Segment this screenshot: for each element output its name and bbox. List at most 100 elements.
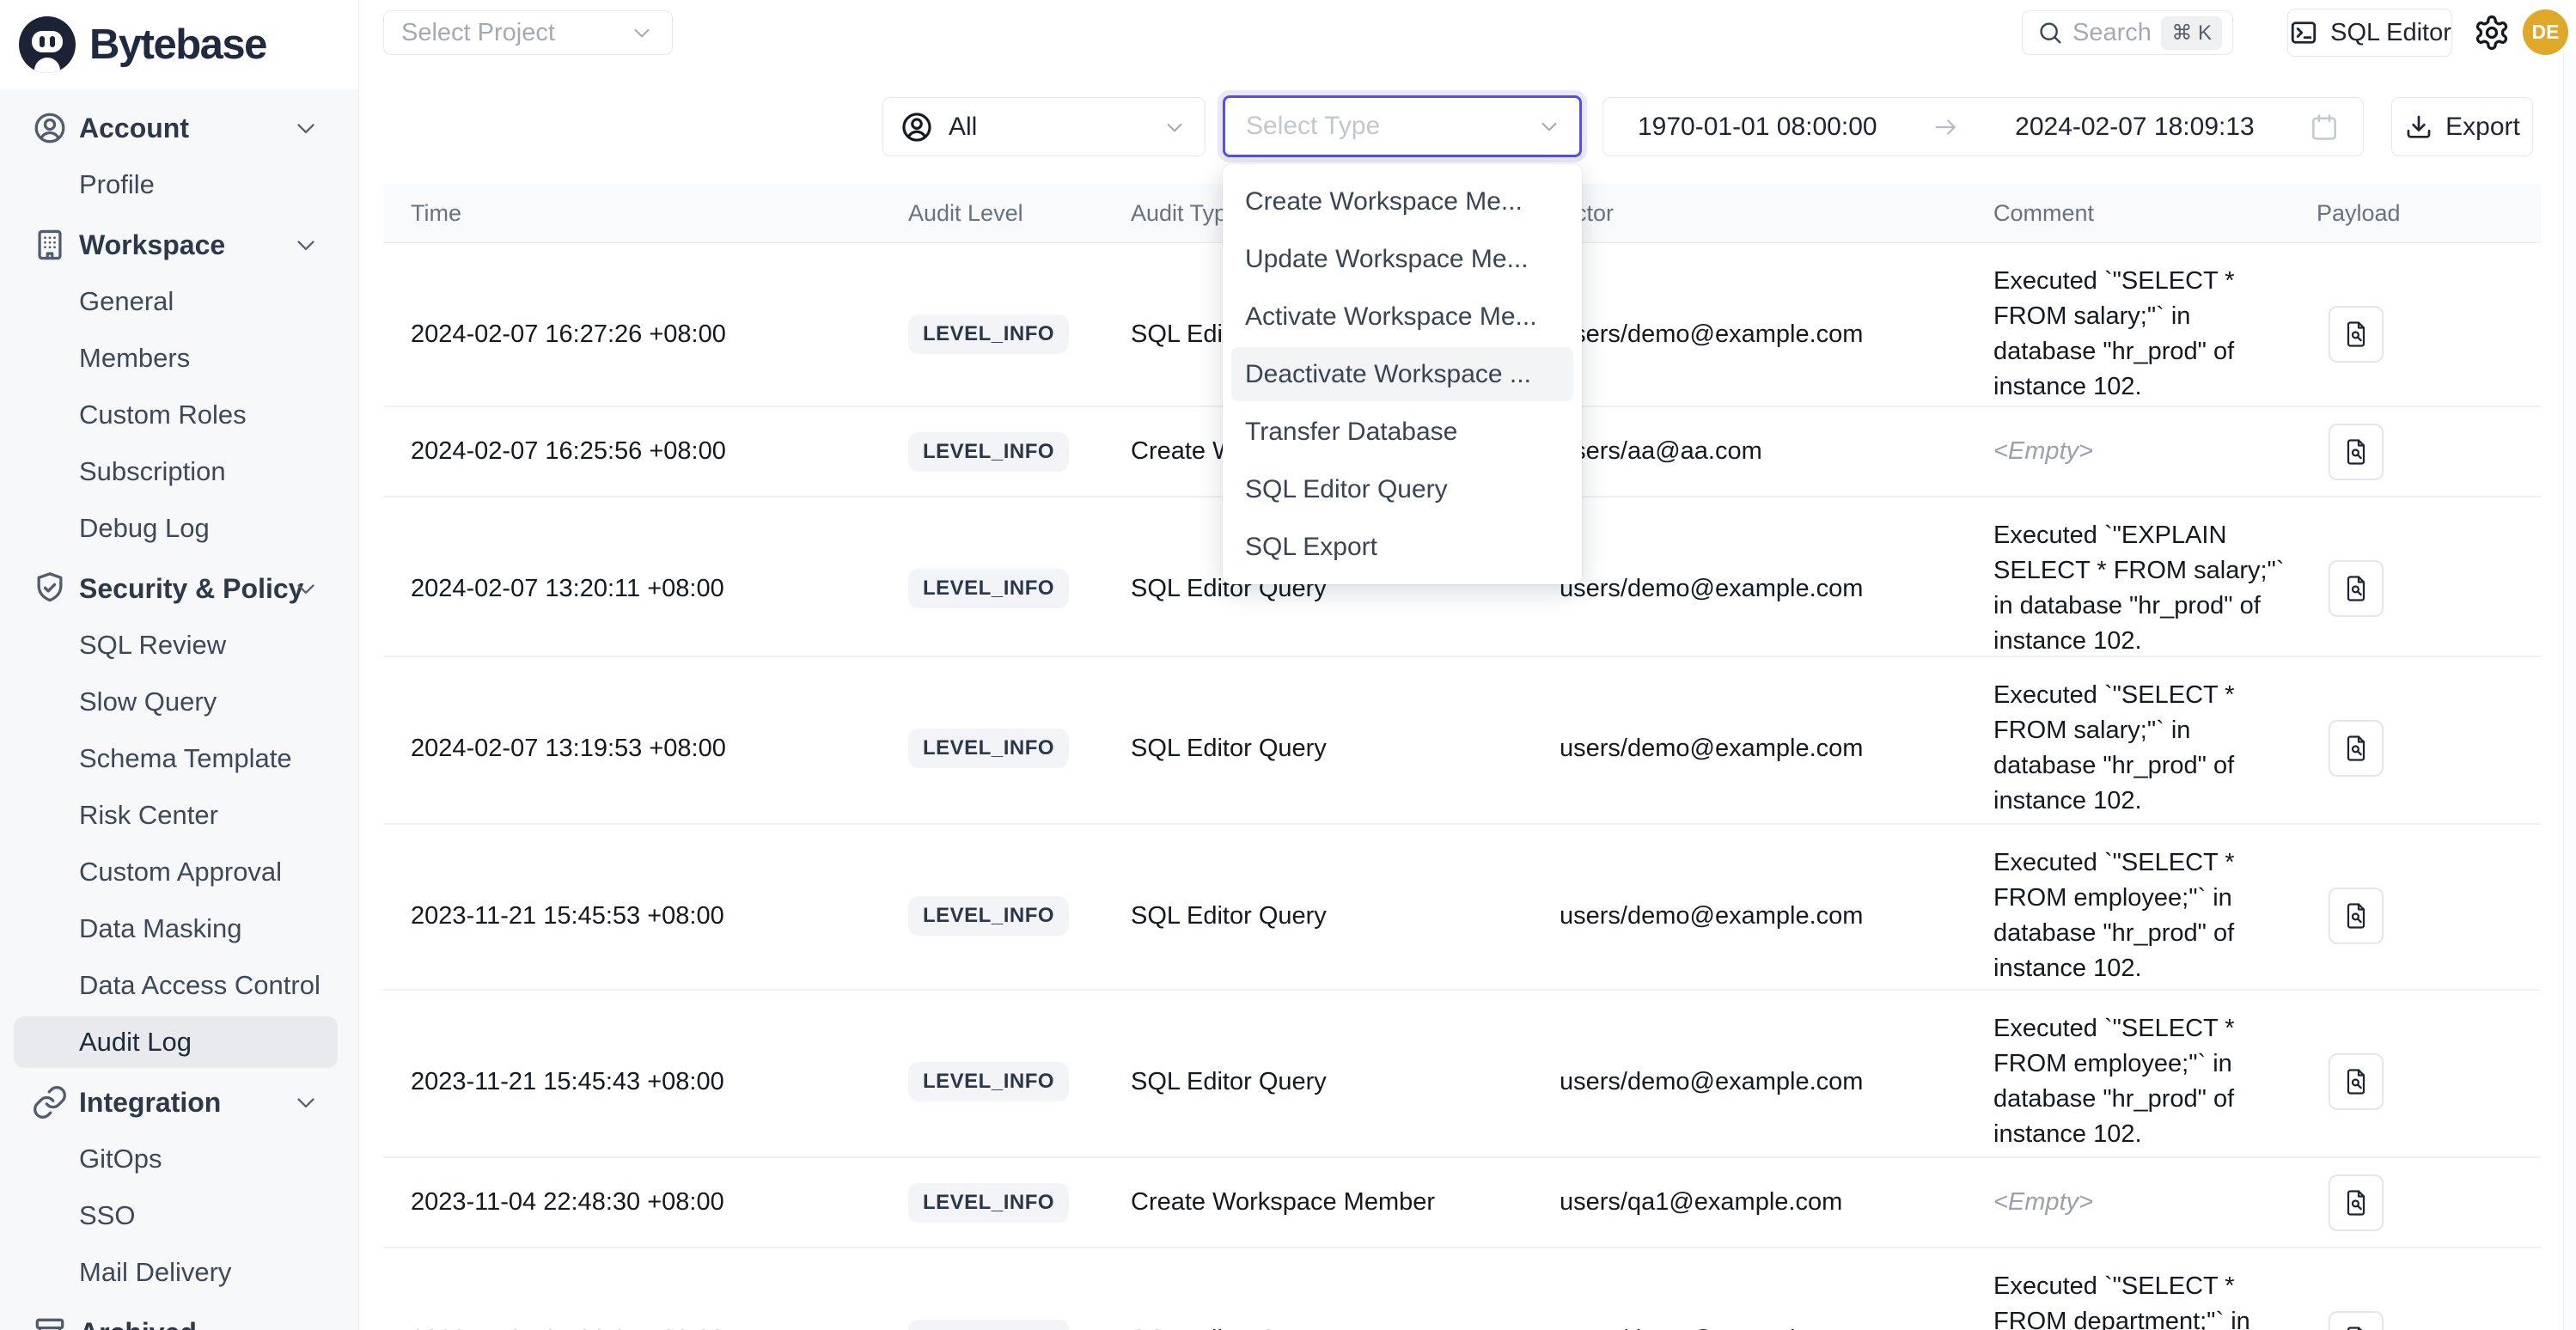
project-select[interactable]: Select Project (383, 10, 673, 55)
cell-payload (2317, 1053, 2541, 1110)
payload-view-button[interactable] (2329, 888, 2384, 944)
export-button[interactable]: Export (2391, 97, 2533, 156)
sidebar-item-members[interactable]: Members (0, 330, 358, 387)
table-row: 2023-11-21 15:45:43 +08:00LEVEL_INFOSQL … (383, 991, 2541, 1158)
sidebar-item-label: Risk Center (79, 800, 218, 831)
chevron-down-icon (291, 574, 320, 603)
scrollbar-track[interactable] (2563, 53, 2576, 1330)
calendar-icon (2308, 111, 2341, 143)
cell-audit-type: SQL Editor Query (1131, 735, 1560, 763)
audit-level-badge: LEVEL_INFO (908, 896, 1069, 936)
audit-level-badge: LEVEL_INFO (908, 1320, 1069, 1330)
sidebar-item-label: SSO (79, 1200, 135, 1231)
cell-time: 2024-02-07 13:20:11 +08:00 (383, 575, 908, 603)
type-option-transfer-database[interactable]: Transfer Database (1223, 403, 1582, 461)
sidebar-item-custom-approval[interactable]: Custom Approval (0, 844, 358, 900)
payload-view-button[interactable] (2329, 1174, 2384, 1231)
sidebar-item-schema-template[interactable]: Schema Template (0, 730, 358, 787)
cell-actor: users/demo@example.com (1560, 735, 1993, 763)
cell-actor: users/aa@aa.com (1560, 437, 1993, 466)
cell-time: 2024-02-07 16:27:26 +08:00 (383, 320, 908, 349)
terminal-icon (2288, 17, 2319, 48)
chevron-down-icon (291, 1088, 320, 1117)
sidebar-item-data-access-control[interactable]: Data Access Control (0, 957, 358, 1014)
sql-editor-button[interactable]: SQL Editor (2287, 9, 2452, 57)
type-option-sql-editor-query[interactable]: SQL Editor Query (1223, 461, 1582, 518)
sidebar-item-workspace[interactable]: Workspace (0, 217, 358, 273)
cell-time: 2023-11-04 21:26:24 +08:00 (383, 1326, 908, 1330)
type-option-activate-workspace-me[interactable]: Activate Workspace Me... (1223, 288, 1582, 345)
sidebar-item-label: Integration (79, 1087, 221, 1119)
settings-gear-icon[interactable] (2473, 14, 2511, 52)
cell-payload (2317, 720, 2541, 777)
sidebar-item-slow-query[interactable]: Slow Query (0, 674, 358, 730)
cell-comment: <Empty> (1993, 1164, 2317, 1241)
payload-view-button[interactable] (2329, 1311, 2384, 1330)
cell-payload (2317, 888, 2541, 944)
chevron-down-icon (291, 113, 320, 143)
sidebar-item-subscription[interactable]: Subscription (0, 443, 358, 500)
sidebar-item-label: General (79, 286, 174, 317)
date-start-value: 1970-01-01 08:00:00 (1638, 113, 1877, 142)
type-option-sql-export[interactable]: SQL Export (1223, 518, 1582, 576)
cell-audit-level: LEVEL_INFO (908, 1183, 1131, 1223)
sidebar-item-mail-delivery[interactable]: Mail Delivery (0, 1244, 358, 1301)
brand-logo[interactable]: Bytebase (0, 0, 358, 89)
type-option-deactivate-workspace[interactable]: Deactivate Workspace ... (1223, 345, 1582, 403)
sidebar-item-archived[interactable]: Archived (0, 1304, 358, 1330)
payload-view-button[interactable] (2329, 1053, 2384, 1110)
cell-time: 2024-02-07 16:25:56 +08:00 (383, 437, 908, 466)
cell-audit-type: SQL Editor Query (1131, 1326, 1560, 1330)
sidebar-item-audit-log[interactable]: Audit Log (0, 1014, 358, 1071)
sidebar-item-data-masking[interactable]: Data Masking (0, 900, 358, 957)
table-row: 2023-11-04 21:26:24 +08:00LEVEL_INFO SQL … (383, 1248, 2541, 1330)
arrow-right-icon (1931, 112, 1962, 143)
type-option-label: SQL Editor Query (1245, 475, 1448, 504)
cell-payload (2317, 424, 2541, 480)
cell-audit-type: SQL Editor Query (1131, 1068, 1560, 1096)
sidebar-item-risk-center[interactable]: Risk Center (0, 787, 358, 844)
sidebar-item-label: Audit Log (79, 1027, 192, 1058)
cell-comment: Executed `"SELECT * FROM employee;"` in … (1993, 991, 2317, 1173)
type-filter-select[interactable]: Select Type (1223, 95, 1582, 157)
sidebar-item-sql-review[interactable]: SQL Review (0, 617, 358, 674)
chevron-down-icon (1536, 113, 1562, 139)
avatar[interactable]: DE (2523, 9, 2568, 55)
audit-level-badge: LEVEL_INFO (908, 432, 1069, 472)
date-range-picker[interactable]: 1970-01-01 08:00:00 2024-02-07 18:09:13 (1602, 97, 2364, 156)
sidebar-item-sso[interactable]: SSO (0, 1187, 358, 1244)
sidebar-item-integration[interactable]: Integration (0, 1074, 358, 1131)
type-option-update-workspace-me[interactable]: Update Workspace Me... (1223, 230, 1582, 288)
payload-view-button[interactable] (2329, 306, 2384, 363)
col-header-audit-level: Audit Level (908, 200, 1131, 227)
cell-audit-type: Create Workspace Member (1131, 1188, 1560, 1217)
sidebar-item-gitops[interactable]: GitOps (0, 1131, 358, 1187)
sidebar-item-account[interactable]: Account (0, 100, 358, 156)
payload-view-button[interactable] (2329, 720, 2384, 777)
cell-comment: Executed `"SELECT * FROM salary;"` in da… (1993, 243, 2317, 425)
sidebar-item-label: Data Access Control (79, 970, 320, 1001)
sidebar-item-label: Security & Policy (79, 573, 303, 605)
audit-level-badge: LEVEL_INFO (908, 1062, 1069, 1101)
sidebar-item-general[interactable]: General (0, 273, 358, 330)
search-input[interactable]: Search ⌘ K (2022, 10, 2233, 55)
col-header-payload: Payload (2317, 200, 2541, 227)
actor-filter-select[interactable]: All (882, 97, 1206, 156)
payload-view-button[interactable] (2329, 560, 2384, 617)
sidebar-item-label: Profile (79, 169, 155, 200)
type-option-create-workspace-me[interactable]: Create Workspace Me... (1223, 173, 1582, 230)
cell-comment: Executed `"SELECT * FROM department;"` i… (1993, 1248, 2317, 1330)
table-row: 2023-11-21 15:45:53 +08:00LEVEL_INFOSQL … (383, 825, 2541, 991)
sidebar-item-security-policy[interactable]: Security & Policy (0, 560, 358, 617)
sidebar-item-debug-log[interactable]: Debug Log (0, 500, 358, 557)
sidebar-item-label: Schema Template (79, 743, 292, 774)
sidebar-item-label: Archived (79, 1317, 197, 1330)
brand-name: Bytebase (89, 21, 266, 69)
payload-view-button[interactable] (2329, 424, 2384, 480)
type-option-label: Update Workspace Me... (1245, 245, 1529, 274)
sidebar-item-label: Account (79, 113, 189, 144)
sidebar-item-profile[interactable]: Profile (0, 156, 358, 213)
cell-comment: <Empty> (1993, 413, 2317, 490)
cell-payload (2317, 306, 2541, 363)
sidebar-item-custom-roles[interactable]: Custom Roles (0, 387, 358, 443)
